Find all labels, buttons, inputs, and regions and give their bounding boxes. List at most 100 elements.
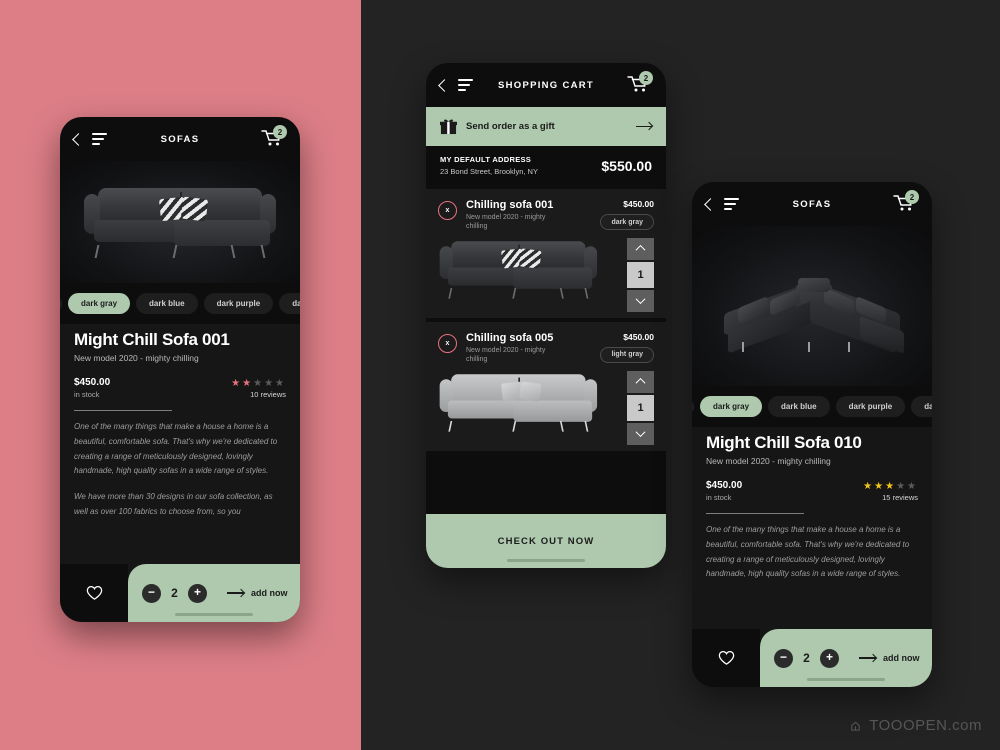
address-text-block: MY DEFAULT ADDRESS 23 Bond Street, Brook… (440, 155, 538, 176)
p3-stock-status: in stock (706, 493, 732, 502)
p3-rating-block: ★★★★★ 15 reviews (863, 481, 918, 502)
cart-badge: 2 (639, 71, 653, 85)
remove-item-button[interactable]: x (438, 201, 457, 220)
quantity-up-button[interactable] (627, 237, 654, 260)
cart-item-right: $450.00 dark gray (600, 199, 654, 230)
quantity-stepper[interactable]: 1 (627, 237, 654, 312)
p2-topbar-left (438, 78, 473, 92)
quantity-value: 1 (627, 261, 654, 288)
arrow-right-icon (636, 125, 652, 128)
cart-item-body: 1 (438, 234, 654, 318)
p1-color-chip-row[interactable]: dark gray dark blue dark purple dark (60, 283, 300, 324)
chevron-up-icon (635, 378, 646, 389)
cart-item-color-chip[interactable]: light gray (600, 346, 654, 363)
cart-icon[interactable]: 2 (626, 71, 653, 96)
p3-topbar: SOFAS 2 (692, 182, 932, 226)
p1-rating-block: ★★★★★ 10 reviews (231, 378, 286, 399)
quantity-stepper[interactable]: 1 (627, 370, 654, 445)
cart-icon[interactable]: 2 (892, 190, 919, 215)
star-filled-icon: ★ (874, 481, 886, 492)
remove-item-button[interactable]: x (438, 333, 457, 353)
color-chip-dark-gray[interactable]: dark gray (700, 396, 763, 417)
p3-price: $450.00 (706, 480, 743, 491)
cart-total: $550.00 (601, 157, 652, 174)
color-chip-partial[interactable] (60, 297, 62, 310)
cart-item-text: Chilling sofa 001 New model 2020 - might… (466, 199, 558, 232)
cart-icon[interactable]: 2 (260, 125, 287, 150)
p1-description-paragraph-1: One of the many things that make a house… (74, 422, 278, 476)
p1-price-block: $450.00 in stock (74, 377, 110, 399)
quantity-decrease-button[interactable]: − (142, 583, 161, 603)
chevron-left-icon[interactable] (704, 197, 717, 211)
quantity-decrease-button[interactable]: − (774, 648, 793, 668)
chevron-down-icon (635, 427, 646, 438)
p1-stock-status: in stock (74, 390, 100, 399)
arrow-right-icon (227, 592, 244, 594)
sofa-illustration-dark (438, 238, 599, 300)
cart-badge: 2 (273, 125, 287, 139)
send-as-gift-banner[interactable]: Send order as a gift (426, 107, 666, 146)
hamburger-icon[interactable] (458, 79, 473, 91)
p1-product-image (60, 161, 300, 283)
p3-color-chip-row[interactable]: dark gray dark blue dark purple dark (692, 386, 932, 427)
quantity-increase-button[interactable]: + (820, 648, 839, 668)
favorite-button[interactable] (692, 629, 760, 687)
color-chip-dark-purple[interactable]: dark purple (203, 293, 274, 314)
color-chip-dark[interactable]: dark (911, 396, 932, 417)
cart-item-color-chip[interactable]: dark gray (600, 214, 654, 230)
p3-topbar-left (704, 197, 739, 211)
star-empty-icon: ★ (907, 481, 918, 492)
add-now-button[interactable]: add now (859, 653, 920, 663)
color-chip-dark-purple[interactable]: dark purple (835, 396, 906, 417)
color-chip-dark-blue[interactable]: dark blue (768, 396, 830, 417)
cart-item-header: x Chilling sofa 005 New model 2020 - mig… (438, 332, 654, 365)
p1-price-rating-row: $450.00 in stock ★★★★★ 10 reviews (74, 377, 286, 399)
hamburger-icon[interactable] (724, 198, 739, 210)
color-chip-dark[interactable]: dark (279, 293, 300, 314)
home-indicator (807, 678, 885, 681)
cart-item-row: x Chilling sofa 005 New model 2020 - mig… (426, 321, 666, 451)
star-filled-icon: ★ (242, 378, 254, 389)
color-chip-dark-blue[interactable]: dark blue (136, 293, 198, 314)
star-empty-icon: ★ (896, 481, 908, 492)
watermark: TOOOPEN.com (848, 717, 982, 734)
sofa-illustration-dark (82, 184, 278, 260)
add-now-button[interactable]: add now (227, 588, 288, 598)
color-chip-dark-gray[interactable]: dark gray (68, 293, 131, 314)
arrow-right-icon (859, 657, 876, 659)
quantity-up-button[interactable] (627, 370, 654, 393)
p3-price-block: $450.00 in stock (706, 480, 742, 502)
p1-product-subtitle: New model 2020 - mighty chilling (74, 353, 199, 363)
cart-item-name: Chilling sofa 001 (466, 199, 554, 211)
cart-item-right: $450.00 light gray (600, 332, 654, 363)
phone-mockup-shopping-cart: SHOPPING CART 2 Send order as a gift MY … (426, 63, 666, 568)
chevron-left-icon[interactable] (72, 132, 85, 146)
color-chip-partial[interactable] (692, 400, 694, 413)
hamburger-icon[interactable] (92, 133, 107, 145)
cart-item-name: Chilling sofa 005 (466, 331, 554, 344)
quantity-value: 1 (627, 394, 654, 421)
cart-item-price: $450.00 (623, 331, 654, 342)
quantity-down-button[interactable] (627, 422, 654, 445)
p3-product-info: Might Chill Sofa 010 New model 2020 - mi… (692, 427, 932, 641)
phone-mockup-product-detail-010: SOFAS 2 dark gray dark blue dark purple … (692, 182, 932, 687)
chevron-left-icon[interactable] (438, 78, 451, 92)
add-now-label: add now (883, 653, 920, 663)
cart-item-body: 1 (438, 367, 654, 451)
favorite-button[interactable] (60, 564, 128, 622)
quantity-down-button[interactable] (627, 289, 654, 312)
home-indicator (175, 613, 253, 616)
star-empty-icon: ★ (253, 378, 265, 389)
default-address-row[interactable]: MY DEFAULT ADDRESS 23 Bond Street, Brook… (426, 146, 666, 185)
p3-add-to-cart-bar: − 2 + add now (692, 629, 932, 687)
checkout-button[interactable]: CHECK OUT NOW (426, 514, 666, 568)
chevron-up-icon (635, 245, 646, 256)
p1-product-info: Might Chill Sofa 001 New model 2020 - mi… (60, 324, 300, 578)
screenshot-canvas: SOFAS 2 dark gray dark blue dark purple … (0, 0, 1000, 750)
p1-reviews-count: 10 reviews (250, 390, 286, 399)
p1-topbar: SOFAS 2 (60, 117, 300, 161)
star-filled-icon: ★ (231, 378, 243, 389)
quantity-increase-button[interactable]: + (188, 583, 207, 603)
cart-item-row: x Chilling sofa 001 New model 2020 - mig… (426, 189, 666, 318)
star-empty-icon: ★ (275, 378, 286, 389)
